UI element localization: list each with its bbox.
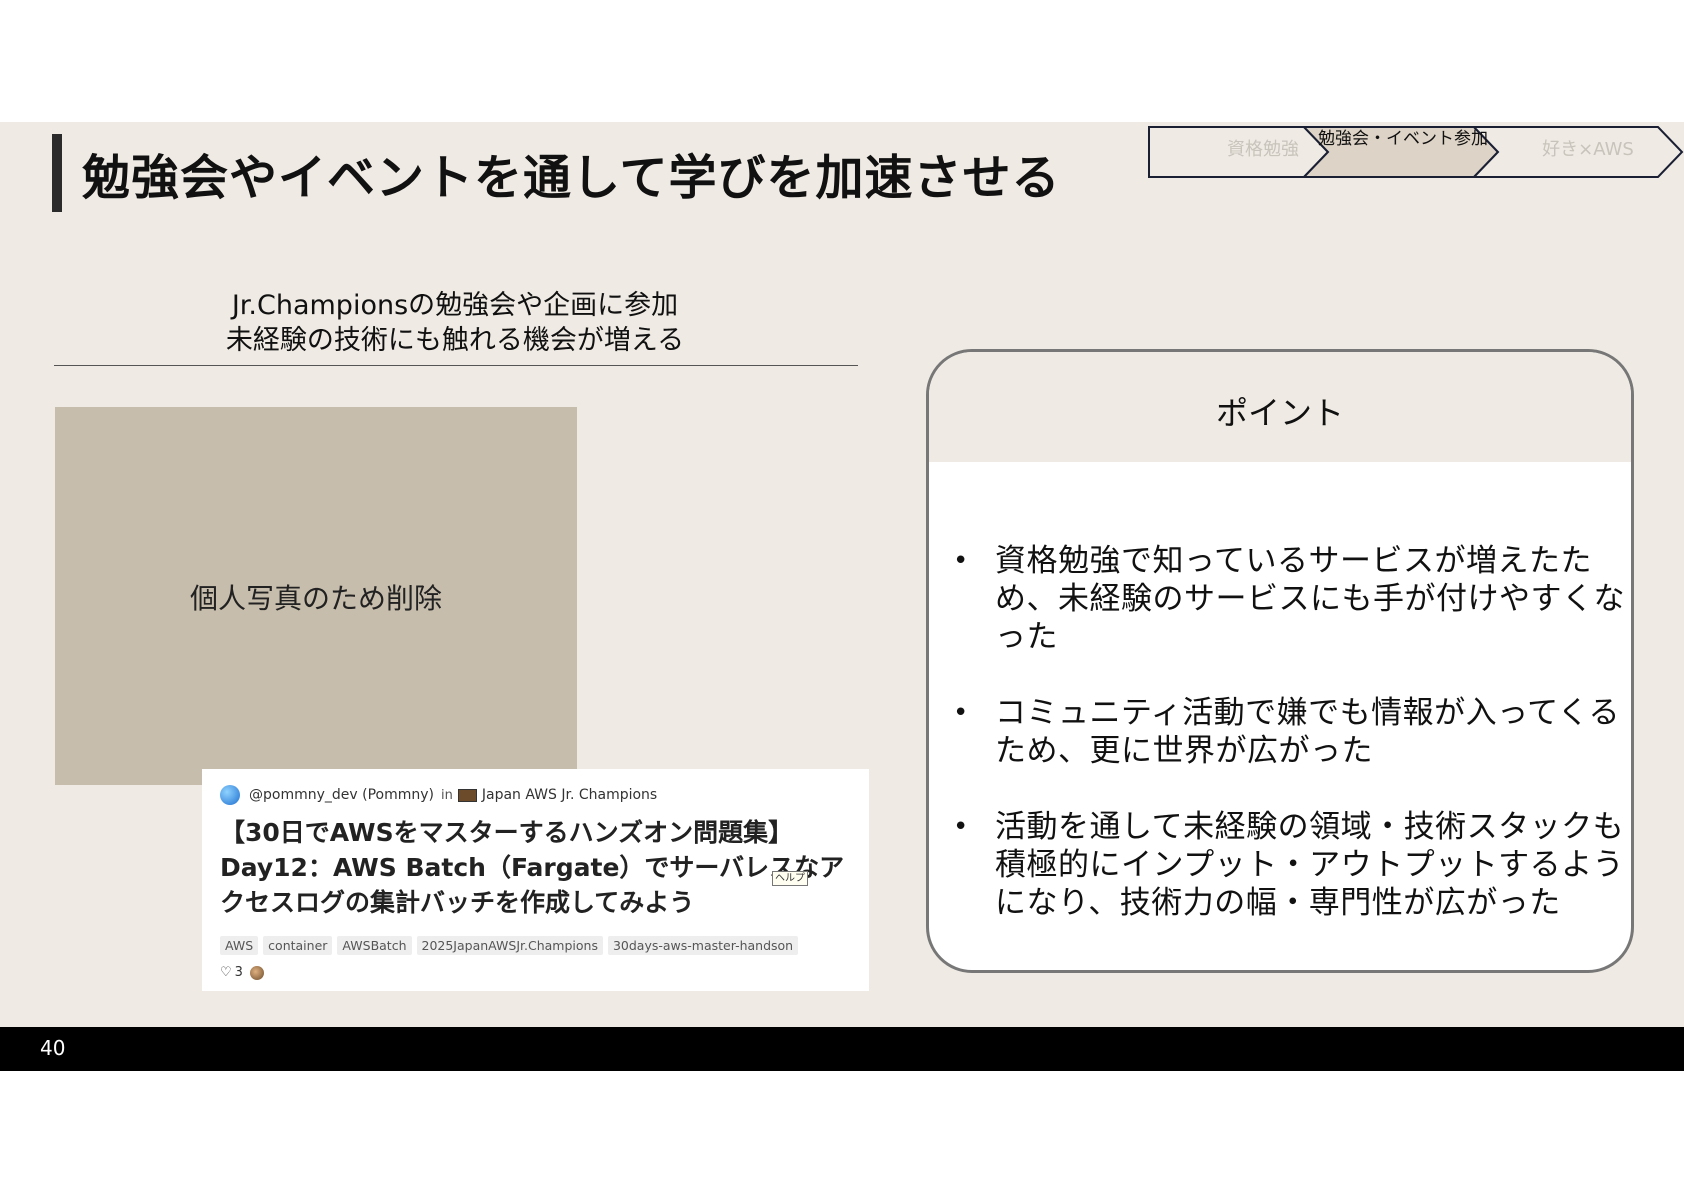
point-bullet-3: 活動を通して未経験の領域・技術スタックも積極的にインプット・アウトプットするよう… bbox=[941, 808, 1631, 922]
tag[interactable]: AWS bbox=[220, 936, 259, 955]
liker-avatar bbox=[249, 965, 264, 980]
subtitle-divider bbox=[54, 365, 858, 366]
section-subtitle: Jr.Championsの勉強会や企画に参加 未経験の技術にも触れる機会が増える bbox=[54, 288, 856, 358]
progress-chevron-nav: 資格勉強 勉強会・イベント参加 好き×AWS bbox=[1148, 126, 1684, 178]
title-accent-bar bbox=[52, 134, 62, 212]
point-box: ポイント 資格勉強で知っているサービスが増えたため、未経験のサービスにも手が付け… bbox=[926, 349, 1634, 973]
subtitle-line-1: Jr.Championsの勉強会や企画に参加 bbox=[231, 290, 679, 321]
author-avatar bbox=[220, 785, 240, 805]
footer-bar: 40 bbox=[0, 1027, 1684, 1071]
article-title[interactable]: 【30日でAWSをマスターするハンズオン問題集】Day12：AWS Batch（… bbox=[220, 815, 860, 920]
page-number: 40 bbox=[40, 1036, 66, 1060]
like-count: 3 bbox=[234, 965, 243, 980]
tag[interactable]: 30days-aws-master-handson bbox=[607, 936, 799, 955]
publication-flag-icon bbox=[457, 788, 477, 802]
point-bullet-list: 資格勉強で知っているサービスが増えたため、未経験のサービスにも手が付けやすくなっ… bbox=[941, 542, 1631, 960]
tag[interactable]: 2025JapanAWSJr.Champions bbox=[416, 936, 603, 955]
point-title: ポイント bbox=[1215, 394, 1344, 432]
article-header: @pommny_dev (Pommny) in Japan AWS Jr. Ch… bbox=[220, 783, 657, 807]
heart-icon[interactable]: ♡ bbox=[220, 965, 232, 980]
nav-step-2: 勉強会・イベント参加 bbox=[1318, 129, 1488, 149]
subtitle-line-2: 未経験の技術にも触れる機会が増える bbox=[225, 325, 685, 356]
photo-placeholder: 個人写真のため削除 bbox=[55, 407, 577, 785]
publication-name[interactable]: Japan AWS Jr. Champions bbox=[482, 787, 657, 803]
point-bullet-2: コミュニティ活動で嫌でも情報が入ってくるため、更に世界が広がった bbox=[941, 694, 1631, 770]
tag[interactable]: container bbox=[263, 936, 333, 955]
author-name[interactable]: @pommny_dev (Pommny) bbox=[249, 787, 434, 803]
article-card[interactable]: @pommny_dev (Pommny) in Japan AWS Jr. Ch… bbox=[202, 769, 869, 991]
slide-title: 勉強会やイベントを通して学びを加速させる bbox=[82, 150, 1061, 206]
tag[interactable]: AWSBatch bbox=[337, 936, 412, 955]
point-header: ポイント bbox=[929, 352, 1631, 462]
nav-step-3: 好き×AWS bbox=[1542, 139, 1634, 160]
photo-placeholder-label: 個人写真のため削除 bbox=[189, 582, 442, 615]
likes: ♡ 3 bbox=[220, 965, 264, 980]
in-label: in bbox=[441, 787, 453, 803]
help-tooltip: ヘルプ bbox=[772, 871, 808, 886]
article-tags: AWS container AWSBatch 2025JapanAWSJr.Ch… bbox=[220, 936, 799, 955]
point-bullet-1: 資格勉強で知っているサービスが増えたため、未経験のサービスにも手が付けやすくなっ… bbox=[941, 542, 1631, 656]
